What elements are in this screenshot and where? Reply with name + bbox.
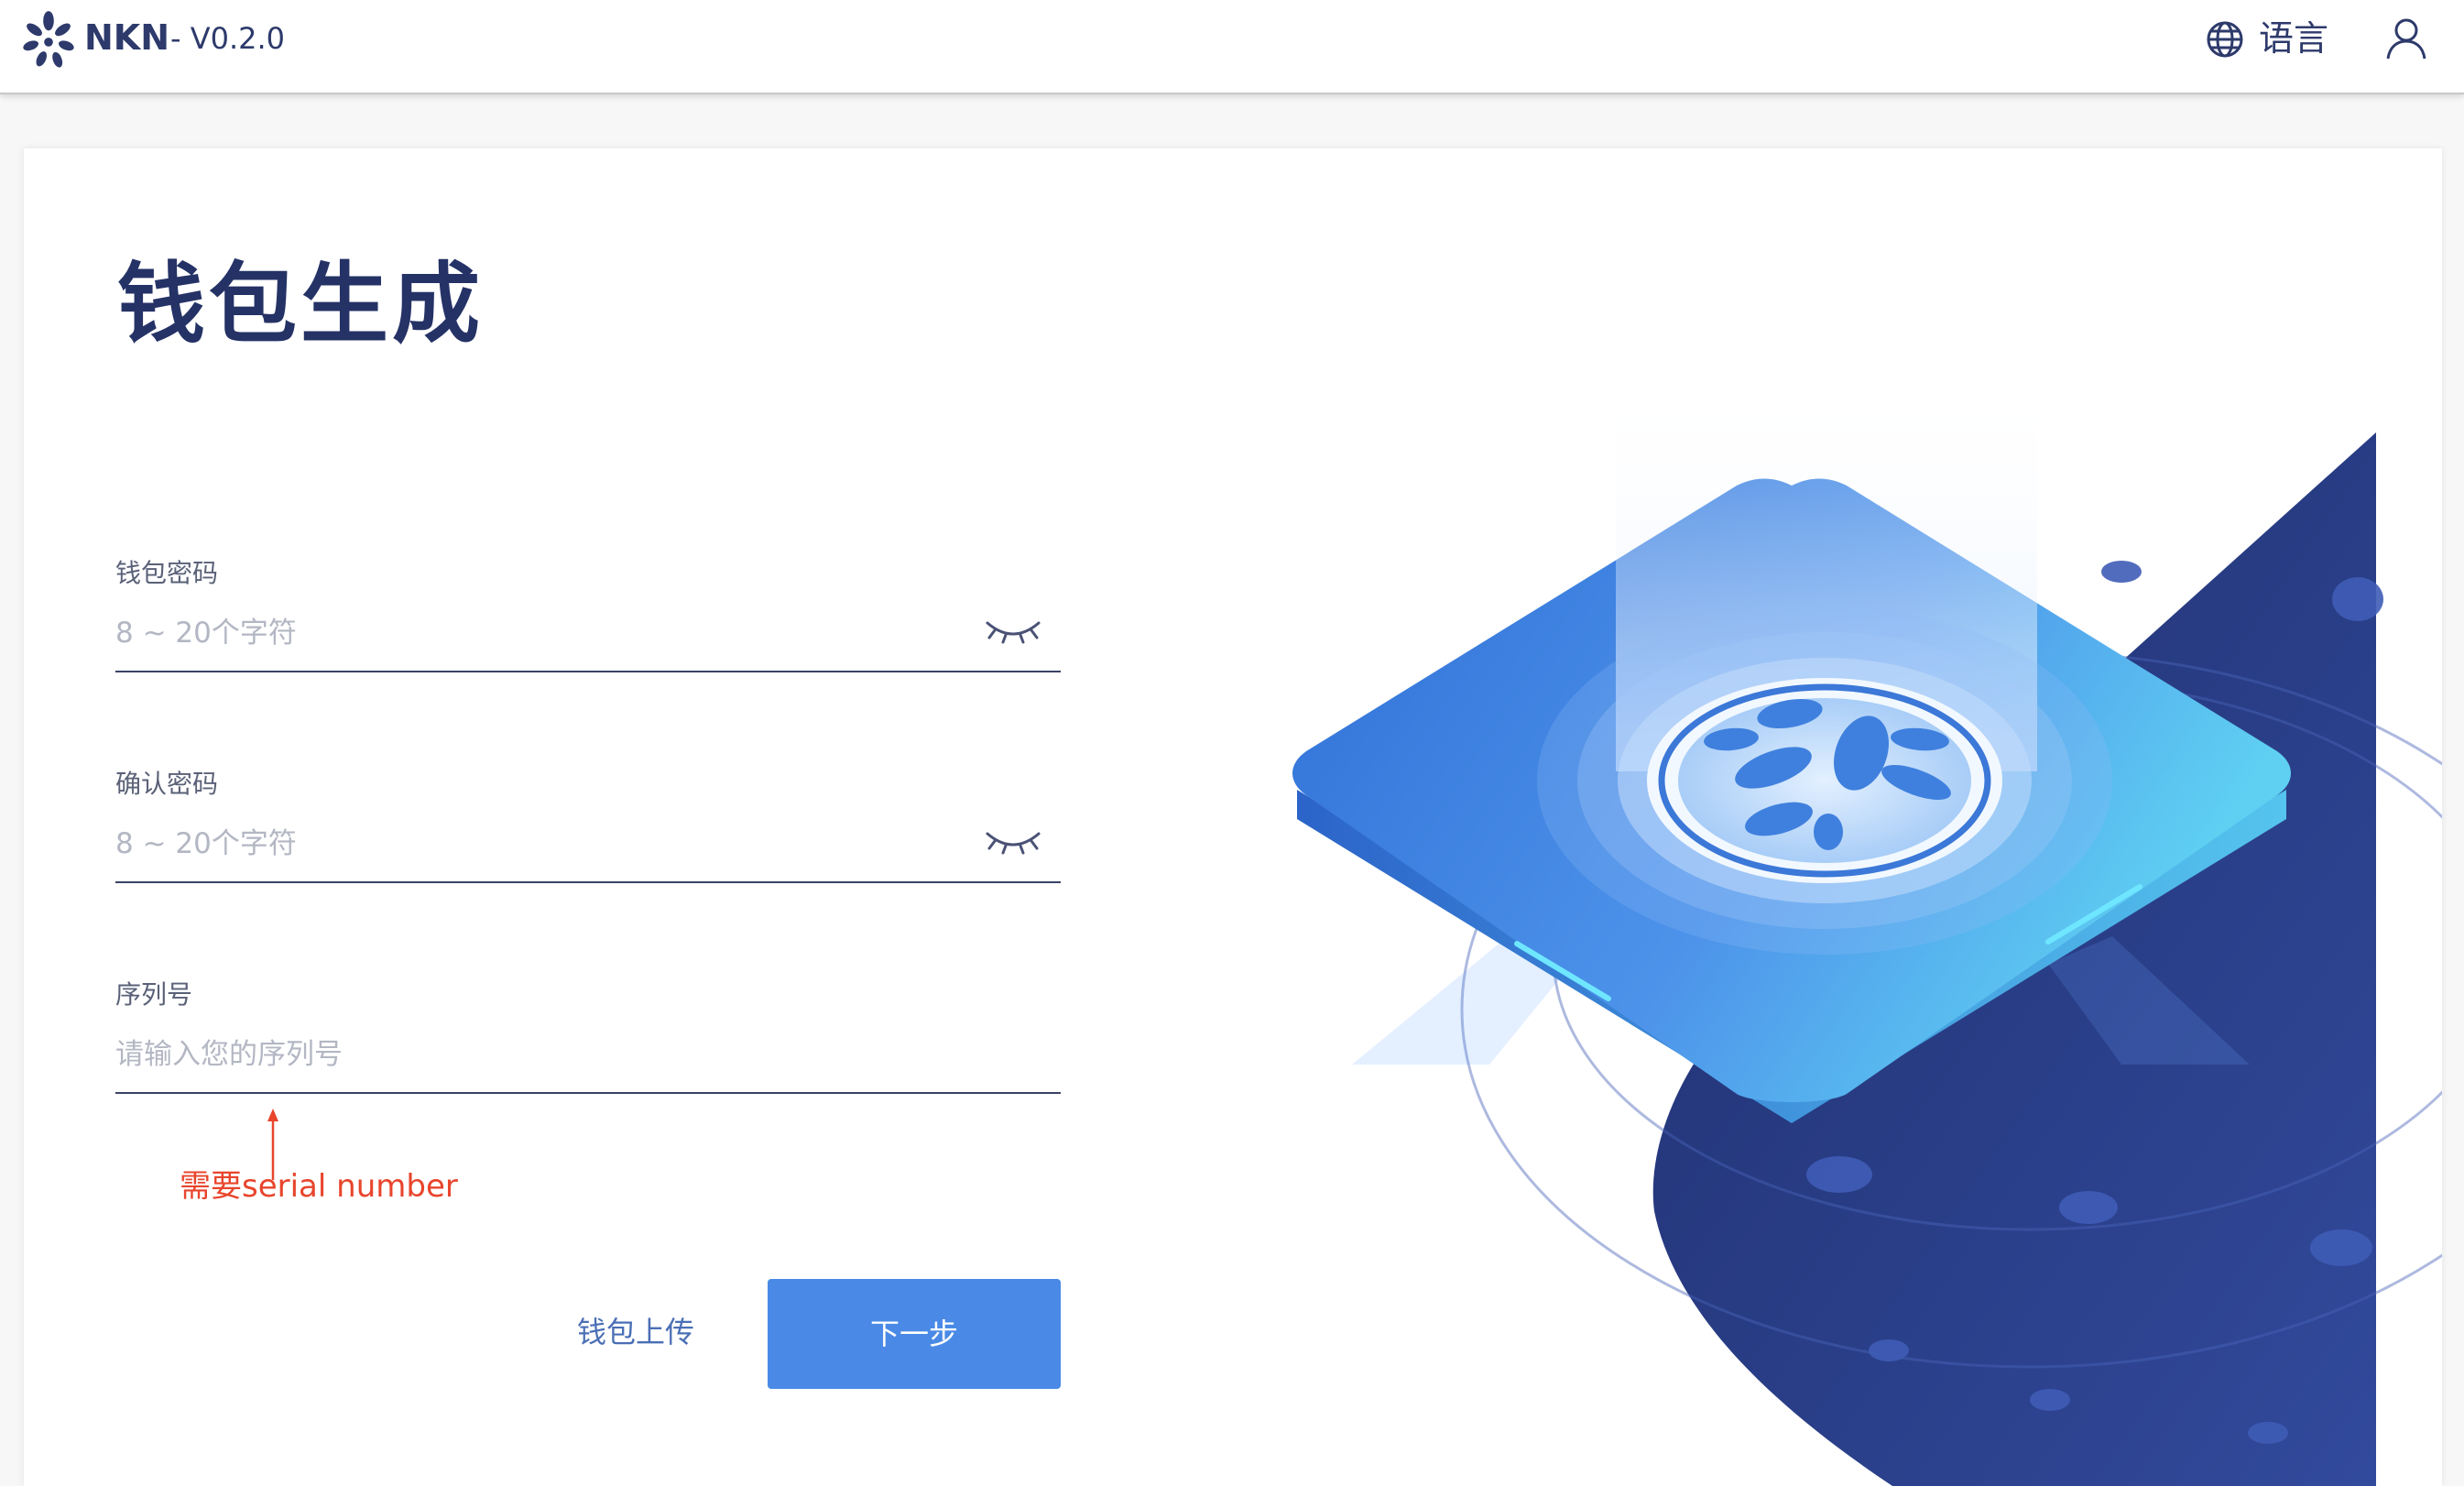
annotation-note: 需要serial number <box>180 1168 458 1205</box>
nkn-logo-icon[interactable] <box>22 9 75 70</box>
page-title: 钱包生成 <box>117 253 484 355</box>
wallet-upload-link[interactable]: 钱包上传 <box>577 1310 694 1354</box>
brand-name: NKN <box>84 17 170 58</box>
next-step-button[interactable]: 下一步 <box>768 1279 1061 1389</box>
app-version: - V0.2.0 <box>170 21 286 56</box>
language-menu[interactable]: 语言 <box>2259 15 2328 62</box>
eye-closed-icon[interactable] <box>984 821 1042 858</box>
serial-label: 序列号 <box>115 979 193 1010</box>
password-label: 钱包密码 <box>115 558 219 588</box>
serial-input[interactable] <box>115 1032 1061 1077</box>
password-underline <box>115 671 1061 672</box>
wallet-create-card: 钱包生成 钱包密码 确认密码 序列号 需要seria <box>24 148 2442 1486</box>
globe-icon[interactable] <box>2206 20 2244 59</box>
eye-closed-icon[interactable] <box>984 610 1042 647</box>
serial-underline <box>115 1092 1061 1094</box>
confirm-password-label: 确认密码 <box>115 769 219 799</box>
password-input[interactable] <box>115 610 1061 656</box>
confirm-password-underline <box>115 881 1061 883</box>
user-icon[interactable] <box>2385 16 2427 60</box>
confirm-password-input[interactable] <box>115 821 1061 867</box>
top-navigation-bar: NKN - V0.2.0 语言 <box>0 0 2464 94</box>
wallet-illustration <box>1292 368 2442 1486</box>
